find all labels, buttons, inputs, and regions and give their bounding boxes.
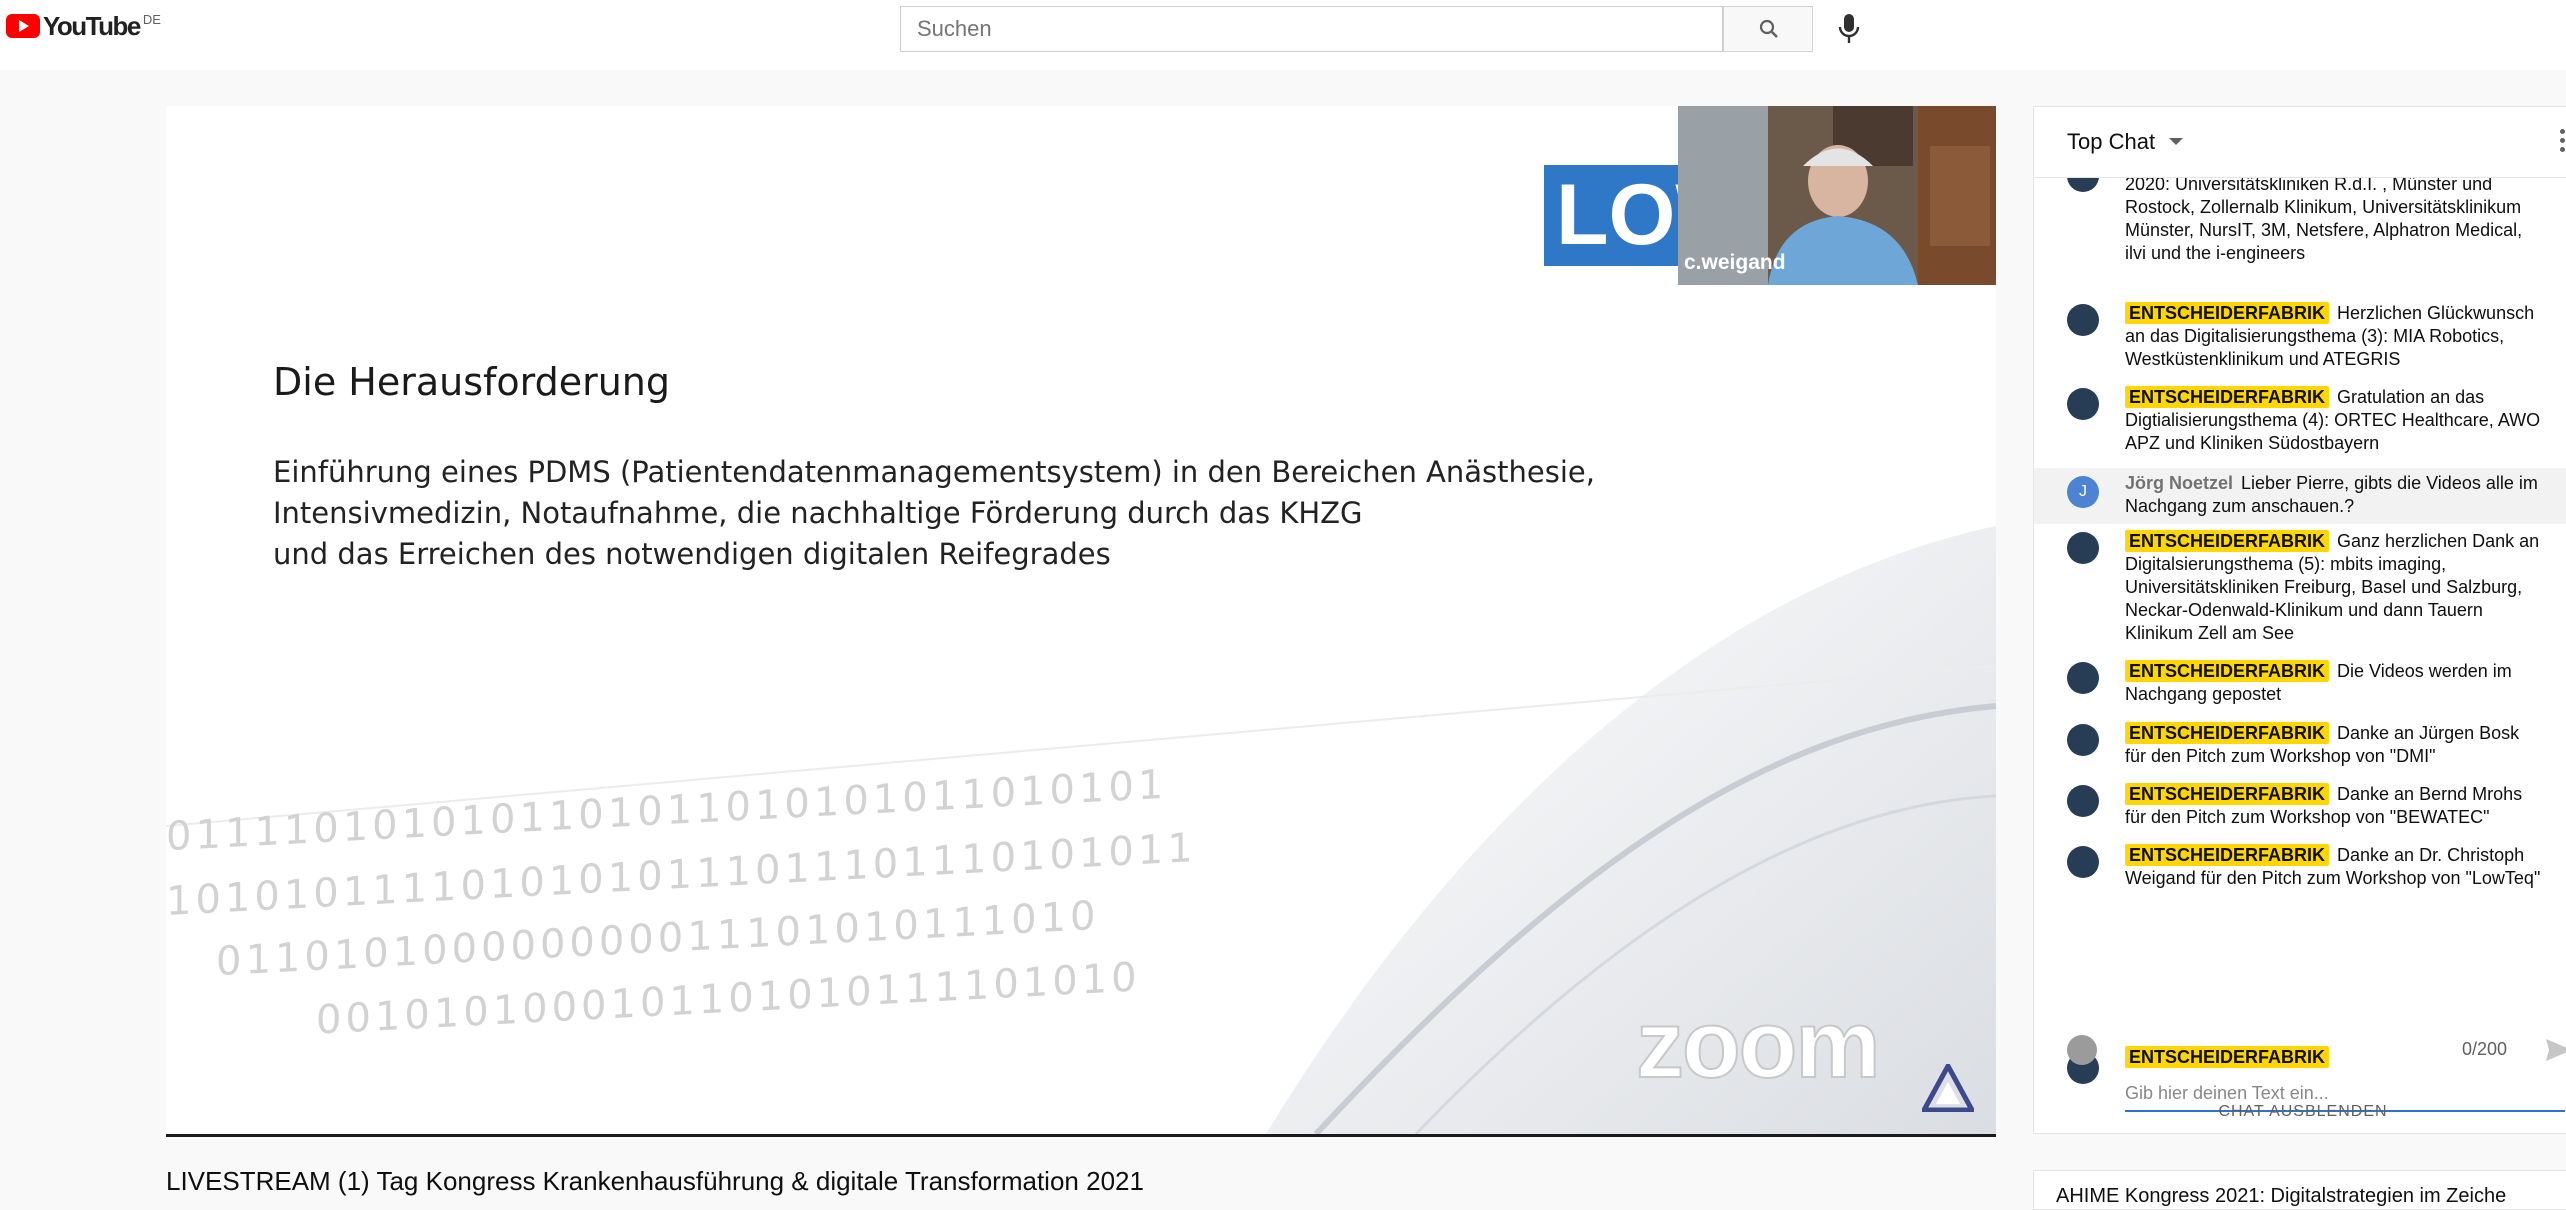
slide-body-line: Intensivmedizin, Notaufnahme, die nachha… bbox=[273, 496, 1363, 530]
top-bar: YouTube DE Suchen bbox=[0, 0, 2566, 70]
chat-message-list: 2020: Universitätskliniken R.d.I. , Müns… bbox=[2034, 178, 2566, 1026]
author-badge[interactable]: ENTSCHEIDERFABRIK bbox=[2125, 660, 2330, 682]
chat-message-text: 2020: Universitätskliniken R.d.I. , Müns… bbox=[2125, 178, 2523, 263]
chat-message: 2020: Universitätskliniken R.d.I. , Müns… bbox=[2034, 178, 2566, 288]
slide-body: Einführung eines PDMS (Patientendatenman… bbox=[273, 452, 1595, 575]
search-input[interactable]: Suchen bbox=[900, 6, 1723, 52]
slide-title: Die Herausforderung bbox=[273, 360, 671, 404]
speaker-camera-feed: c.weigand bbox=[1678, 106, 1996, 285]
search-icon bbox=[1759, 19, 1778, 38]
chat-message: ENTSCHEIDERFABRIK Danke an Bernd Mrohs fü… bbox=[2034, 783, 2566, 837]
chat-mode-selector[interactable]: Top Chat bbox=[2067, 129, 2155, 155]
author-badge[interactable]: ENTSCHEIDERFABRIK bbox=[2125, 783, 2330, 805]
avatar bbox=[2067, 532, 2099, 564]
video-title: LIVESTREAM (1) Tag Kongress Krankenhausf… bbox=[166, 1166, 1144, 1196]
author-badge[interactable]: ENTSCHEIDERFABRIK bbox=[2125, 302, 2330, 324]
avatar bbox=[2067, 304, 2099, 336]
send-icon[interactable] bbox=[2544, 1037, 2566, 1063]
avatar bbox=[2067, 846, 2099, 878]
video-player[interactable]: 0111101010101101011010101011010101 10101… bbox=[166, 106, 1996, 1137]
zoom-watermark: zoom bbox=[1635, 990, 1882, 1099]
logo-country-code: DE bbox=[142, 12, 161, 27]
author-badge[interactable]: ENTSCHEIDERFABRIK bbox=[2125, 722, 2330, 744]
chat-message: ENTSCHEIDERFABRIK Gratulation an das Digt… bbox=[2034, 386, 2566, 462]
avatar bbox=[2067, 724, 2099, 756]
slide-body-line: Einführung eines PDMS (Patientendatenman… bbox=[273, 455, 1595, 489]
author-name[interactable]: Jörg Noetzel bbox=[2125, 473, 2233, 493]
avatar bbox=[2067, 662, 2099, 694]
chat-message: ENTSCHEIDERFABRIK Ganz herzlichen Dank an… bbox=[2034, 530, 2566, 652]
avatar: J bbox=[2067, 476, 2099, 508]
live-chat-panel: Top Chat 2020: Universitätskliniken R.d.… bbox=[2033, 106, 2566, 1134]
more-options-icon[interactable] bbox=[2560, 129, 2566, 156]
lowteq-logo: LOW bbox=[1544, 165, 1684, 266]
slide-body-line: und das Erreichen des notwendigen digita… bbox=[273, 537, 1111, 571]
chat-message: ENTSCHEIDERFABRIK Die Videos werden im Na… bbox=[2034, 660, 2566, 714]
author-badge: ENTSCHEIDERFABRIK bbox=[2125, 1046, 2330, 1068]
emoji-icon[interactable] bbox=[2067, 1035, 2097, 1065]
chat-message: ENTSCHEIDERFABRIK Danke an Jürgen Bosk fü… bbox=[2034, 722, 2566, 776]
entscheiderfabrik-logo-icon bbox=[1922, 1064, 1974, 1112]
avatar bbox=[2067, 388, 2099, 420]
microphone-icon[interactable] bbox=[1836, 12, 1862, 46]
avatar bbox=[2067, 178, 2099, 192]
avatar bbox=[2067, 785, 2099, 817]
character-counter: 0/200 bbox=[2462, 1039, 2508, 1059]
youtube-play-icon bbox=[6, 14, 40, 38]
chevron-down-icon[interactable] bbox=[2169, 138, 2183, 145]
camera-name-label: c.weigand bbox=[1684, 251, 1786, 274]
search-button[interactable] bbox=[1723, 6, 1813, 52]
chat-message: J Jörg Noetzel Lieber Pierre, gibts die V… bbox=[2034, 468, 2566, 524]
logo-text: YouTube bbox=[43, 11, 141, 41]
author-badge[interactable]: ENTSCHEIDERFABRIK bbox=[2125, 386, 2330, 408]
youtube-logo[interactable]: YouTube DE bbox=[6, 11, 161, 41]
author-badge[interactable]: ENTSCHEIDERFABRIK bbox=[2125, 530, 2330, 552]
chat-message: ENTSCHEIDERFABRIK Danke an Dr. Christoph … bbox=[2034, 844, 2566, 920]
chat-header: Top Chat bbox=[2034, 107, 2566, 178]
playlist-card-title[interactable]: AHIME Kongress 2021: Digitalstrategien i… bbox=[2033, 1170, 2566, 1210]
author-badge[interactable]: ENTSCHEIDERFABRIK bbox=[2125, 844, 2330, 866]
hide-chat-button[interactable]: CHAT AUSBLENDEN bbox=[2034, 1103, 2566, 1121]
chat-message: ENTSCHEIDERFABRIK Herzlichen Glückwunsch … bbox=[2034, 302, 2566, 378]
